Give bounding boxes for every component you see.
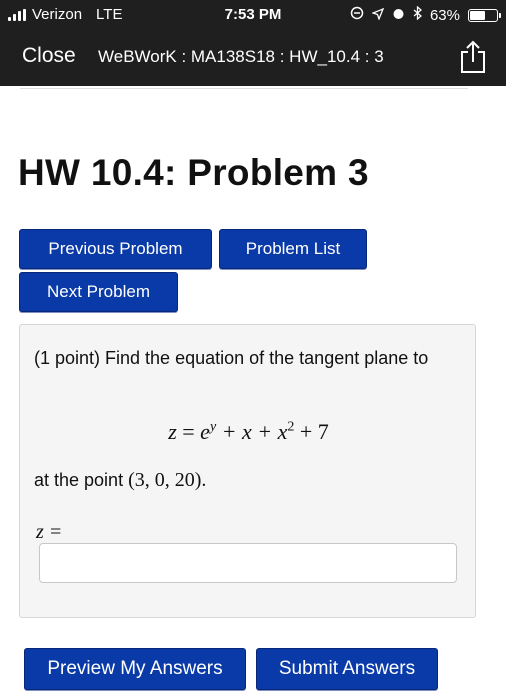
previous-problem-button[interactable]: Previous Problem: [19, 229, 212, 269]
submit-answers-button[interactable]: Submit Answers: [256, 648, 438, 690]
equation-base: e: [200, 419, 210, 444]
browser-nav-bar: Close WeBWorK : MA138S18 : HW_10.4 : 3: [0, 30, 506, 86]
next-problem-button[interactable]: Next Problem: [19, 272, 178, 312]
bluetooth-icon: [413, 5, 422, 24]
equation-lhs: z: [168, 419, 177, 444]
location-icon: [371, 7, 385, 24]
nav-title: WeBWorK : MA138S18 : HW_10.4 : 3: [98, 47, 384, 66]
battery-icon: [468, 8, 501, 22]
problem-list-button[interactable]: Problem List: [219, 229, 367, 269]
page-title: HW 10.4: Problem 3: [18, 152, 369, 193]
status-icons: 63%: [350, 5, 501, 24]
problem-statement: (1 point) Find the equation of the tange…: [34, 348, 429, 368]
status-bar: Verizon LTE 7:53 PM 63%: [0, 0, 506, 30]
answer-input[interactable]: [39, 543, 457, 583]
point-value: (3, 0, 20).: [128, 469, 207, 491]
answer-label: z =: [36, 521, 63, 543]
problem-equation: z = ey + x + x2 + 7: [168, 419, 329, 444]
point-prefix: at the point: [34, 470, 129, 490]
alarm-icon: [392, 7, 405, 24]
share-icon[interactable]: [458, 40, 488, 74]
preview-answers-button[interactable]: Preview My Answers: [24, 648, 246, 690]
point-line: at the point (3, 0, 20).: [34, 469, 206, 492]
equation-constant: + 7: [294, 419, 329, 444]
close-button[interactable]: Close: [22, 44, 76, 68]
equation-rest: + x + x: [216, 419, 288, 444]
battery-percent: 63%: [429, 6, 460, 24]
orientation-lock-icon: [350, 6, 364, 24]
divider: [20, 86, 468, 89]
problem-box: (1 point) Find the equation of the tange…: [19, 324, 476, 618]
